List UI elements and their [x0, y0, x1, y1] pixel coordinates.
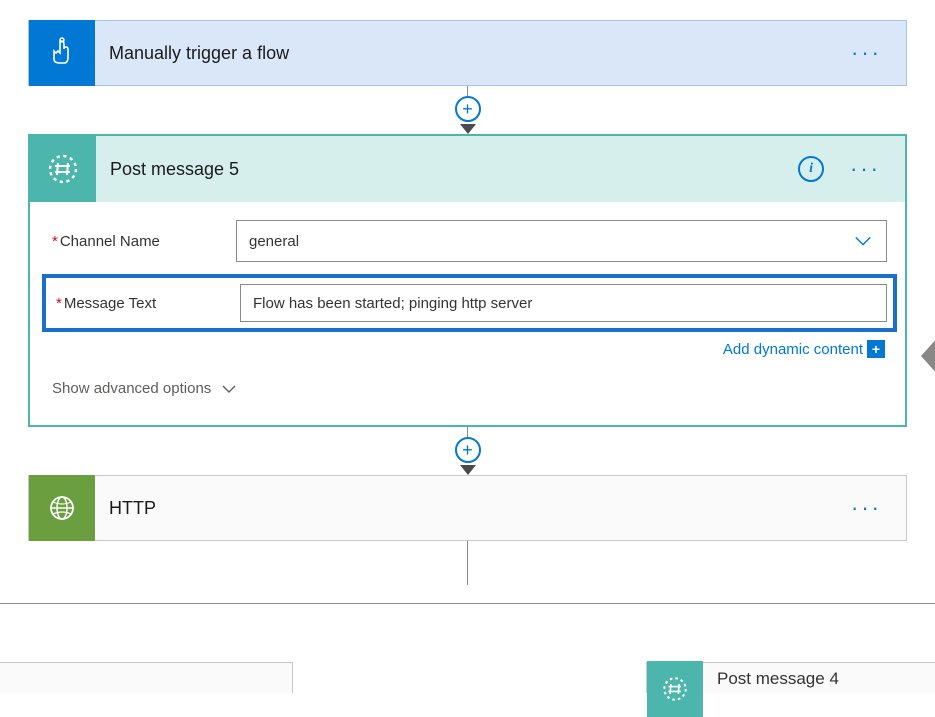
action-card-post-message: Post message 5 i ··· *Channel Name gener…: [28, 134, 907, 427]
channel-name-label: *Channel Name: [52, 233, 236, 250]
message-text-value: Flow has been started; pinging http serv…: [253, 295, 532, 312]
arrow-down-icon: [460, 465, 476, 475]
slack-hash-icon: [647, 661, 703, 717]
trigger-title: Manually trigger a flow: [95, 43, 851, 64]
add-step-button[interactable]: +: [455, 437, 481, 463]
trigger-card[interactable]: Manually trigger a flow ···: [28, 20, 907, 86]
branch-split-line: [0, 603, 935, 604]
connector-line: [467, 541, 468, 585]
required-star: *: [56, 295, 62, 312]
arrow-down-icon: [460, 124, 476, 134]
dynamic-content-badge-icon[interactable]: +: [867, 340, 885, 358]
message-text-row-highlighted: *Message Text Flow has been started; pin…: [42, 274, 897, 332]
http-card[interactable]: HTTP ···: [28, 475, 907, 541]
required-star: *: [52, 233, 58, 250]
channel-name-dropdown[interactable]: general: [236, 220, 887, 262]
chevron-down-icon: [221, 384, 237, 394]
add-step-button[interactable]: +: [455, 96, 481, 122]
manual-trigger-icon: [29, 20, 95, 86]
branch-card-right-title: Post message 4: [703, 663, 839, 689]
action-title: Post message 5: [96, 159, 798, 180]
message-text-input[interactable]: Flow has been started; pinging http serv…: [240, 284, 887, 322]
globe-icon: [29, 475, 95, 541]
chevron-down-icon: [854, 232, 872, 250]
action-body: *Channel Name general *Message Text Flow…: [30, 202, 905, 425]
trigger-more-menu[interactable]: ···: [851, 40, 906, 66]
connector-add-step: +: [28, 86, 907, 134]
connector-line: [467, 427, 468, 437]
dynamic-content-row: Add dynamic content +: [52, 340, 887, 358]
message-text-label: *Message Text: [52, 295, 240, 312]
branch-card-right[interactable]: Post message 4: [646, 662, 935, 693]
http-more-menu[interactable]: ···: [851, 495, 906, 521]
action-header[interactable]: Post message 5 i ···: [30, 136, 905, 202]
branch-card-left[interactable]: [0, 662, 293, 693]
show-advanced-options-toggle[interactable]: Show advanced options: [52, 380, 887, 419]
connector-add-step: +: [28, 427, 907, 475]
add-dynamic-content-link[interactable]: Add dynamic content: [723, 341, 863, 358]
connector-line: [467, 86, 468, 96]
slack-hash-icon: [30, 136, 96, 202]
http-title: HTTP: [95, 498, 851, 519]
channel-name-row: *Channel Name general: [52, 220, 887, 262]
action-more-menu[interactable]: ···: [850, 156, 905, 182]
channel-name-value: general: [249, 233, 299, 250]
info-icon[interactable]: i: [798, 156, 824, 182]
